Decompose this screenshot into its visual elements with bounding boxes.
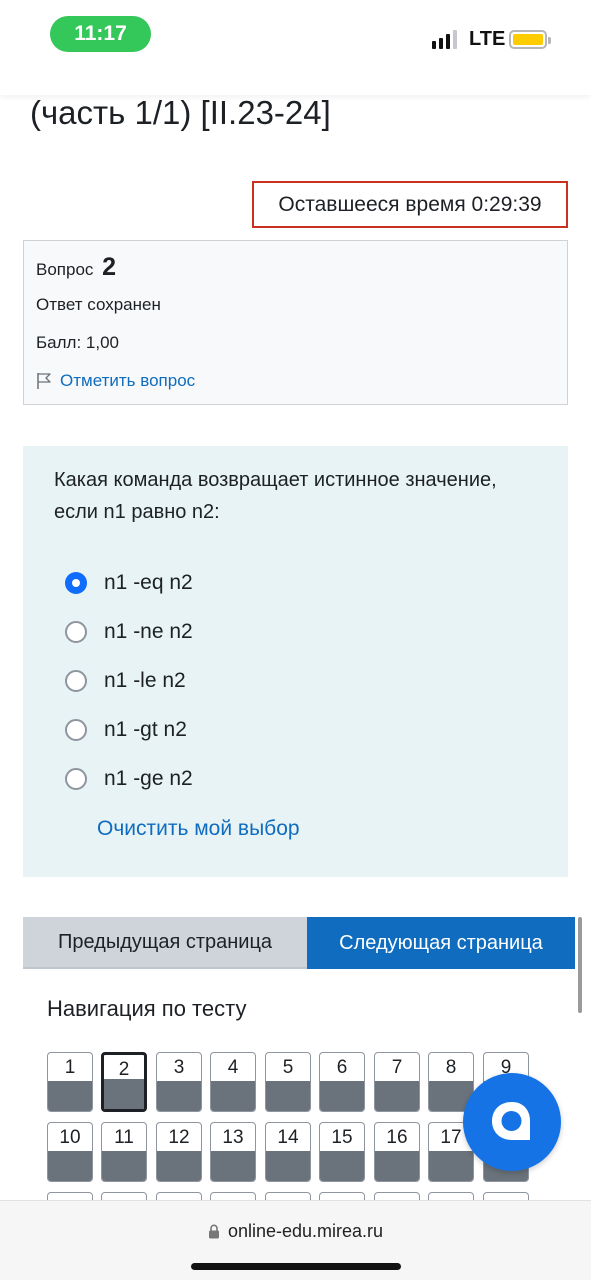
- quiz-page: 11:17 LTE (часть 1/1) [II.23-24] Оставше…: [0, 0, 591, 1280]
- quiz-nav-button[interactable]: 12: [156, 1122, 202, 1182]
- previous-page-button[interactable]: Предыдущая страница: [23, 917, 307, 969]
- answer-label: n1 -eq n2: [104, 571, 193, 594]
- quiz-nav-button[interactable]: 7: [374, 1052, 420, 1112]
- quiz-nav-button[interactable]: 11: [101, 1122, 147, 1182]
- question-content: Какая команда возвращает истинное значен…: [23, 446, 568, 877]
- answer-option[interactable]: n1 -le n2: [65, 669, 186, 693]
- question-state: Ответ сохранен: [36, 295, 161, 314]
- quiz-nav-number: 13: [222, 1127, 244, 1148]
- quiz-nav-number: 1: [64, 1057, 76, 1078]
- question-grade: Балл: 1,00: [36, 333, 119, 352]
- next-page-button[interactable]: Следующая страница: [307, 917, 575, 969]
- page-title: (часть 1/1) [II.23-24]: [30, 94, 331, 131]
- quiz-nav-button[interactable]: 14: [265, 1122, 311, 1182]
- quiz-nav-number: 16: [386, 1127, 408, 1148]
- answer-label: n1 -ge n2: [104, 767, 193, 790]
- network-type: LTE: [469, 28, 506, 50]
- quiz-nav-button[interactable]: 16: [374, 1122, 420, 1182]
- quiz-nav-number: 8: [445, 1057, 457, 1078]
- quiz-nav-button[interactable]: 10: [47, 1122, 93, 1182]
- quiz-nav-number: 14: [277, 1127, 299, 1148]
- browser-url-bar: online-edu.mirea.ru: [0, 1200, 591, 1280]
- quiz-nav-number: 7: [391, 1057, 403, 1078]
- battery-icon: [509, 30, 551, 49]
- question-number-label: Вопрос: [36, 260, 94, 279]
- quiz-nav-button-current[interactable]: 2: [101, 1052, 147, 1112]
- lock-icon: [208, 1224, 219, 1239]
- flag-question-link[interactable]: Отметить вопрос: [36, 371, 195, 391]
- quiz-nav-number: 15: [331, 1127, 353, 1148]
- answer-option[interactable]: n1 -ne n2: [65, 620, 193, 644]
- answer-label: n1 -gt n2: [104, 718, 187, 741]
- flag-question-label: Отметить вопрос: [60, 371, 196, 390]
- quiz-nav-button[interactable]: 13: [210, 1122, 256, 1182]
- chat-button[interactable]: [463, 1073, 561, 1171]
- quiz-nav-number: 11: [114, 1127, 134, 1148]
- answer-option[interactable]: n1 -ge n2: [65, 767, 193, 791]
- quiz-nav-button[interactable]: 6: [319, 1052, 365, 1112]
- quiz-nav-button[interactable]: 4: [210, 1052, 256, 1112]
- scrollbar[interactable]: [578, 917, 582, 1013]
- question-text: Какая команда возвращает истинное значен…: [54, 469, 497, 523]
- status-bar: 11:17 LTE: [0, 0, 591, 95]
- url-text: online-edu.mirea.ru: [227, 1221, 384, 1241]
- clear-choice-link[interactable]: Очистить мой выбор: [97, 817, 300, 841]
- quiz-nav-number: 5: [282, 1057, 294, 1078]
- quiz-nav-button[interactable]: 15: [319, 1122, 365, 1182]
- quiz-nav-number: 3: [173, 1057, 185, 1078]
- answer-radio[interactable]: [65, 719, 87, 741]
- answer-radio[interactable]: [65, 768, 87, 790]
- quiz-nav-button[interactable]: 5: [265, 1052, 311, 1112]
- question-info: Вопрос 2 Ответ сохранен Балл: 1,00 Отмет…: [23, 240, 568, 405]
- answer-label: n1 -ne n2: [104, 620, 193, 643]
- answer-option[interactable]: n1 -eq n2: [65, 571, 193, 595]
- quiz-nav-button[interactable]: 1: [47, 1052, 93, 1112]
- answer-radio[interactable]: [65, 621, 87, 643]
- answer-radio[interactable]: [65, 670, 87, 692]
- chat-bubble-icon: [492, 1102, 530, 1140]
- quiz-timer: Оставшееся время 0:29:39: [252, 181, 568, 228]
- answer-label: n1 -le n2: [104, 669, 186, 692]
- quiz-nav-number: 4: [227, 1057, 239, 1078]
- status-time: 11:17: [50, 16, 151, 52]
- quiz-navigation-heading: Навигация по тесту: [47, 996, 247, 1021]
- question-number: Вопрос 2: [36, 253, 116, 282]
- answer-option[interactable]: n1 -gt n2: [65, 718, 187, 742]
- quiz-nav-number: 6: [336, 1057, 348, 1078]
- flag-icon: [37, 373, 51, 389]
- url-display[interactable]: online-edu.mirea.ru: [0, 1221, 591, 1242]
- quiz-nav-button[interactable]: 3: [156, 1052, 202, 1112]
- quiz-nav-number: 12: [168, 1127, 190, 1148]
- answer-radio[interactable]: [65, 572, 87, 594]
- signal-icon: [432, 30, 457, 49]
- question-number-value: 2: [102, 253, 117, 281]
- home-indicator: [191, 1263, 401, 1270]
- quiz-nav-number: 10: [59, 1127, 81, 1148]
